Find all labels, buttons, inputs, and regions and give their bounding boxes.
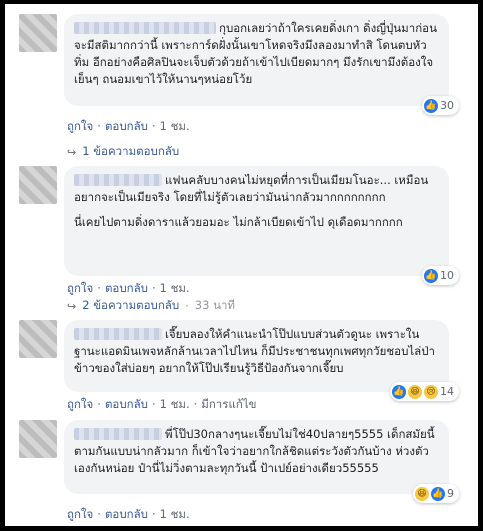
reaction-count: 14: [440, 385, 454, 398]
view-replies[interactable]: ↪ 1 ข้อความตอบกลับ: [67, 143, 179, 161]
comment-time[interactable]: 1 ชม.: [160, 397, 190, 411]
replies-time: 33 นาที: [194, 298, 235, 312]
avatar[interactable]: [19, 320, 57, 358]
reply-arrow-icon: ↪: [67, 299, 77, 313]
reaction-count: 9: [447, 487, 454, 500]
comment-time[interactable]: 1 ชม.: [160, 507, 190, 521]
comment-time[interactable]: 1 ชม.: [160, 281, 190, 295]
like-icon: 👍: [424, 268, 438, 283]
edited-label[interactable]: มีการแก้ไข: [201, 397, 256, 411]
like-icon: 👍: [431, 486, 445, 501]
reply-arrow-icon: ↪: [67, 145, 77, 159]
reaction-summary[interactable]: 👍 10: [422, 266, 459, 285]
avatar[interactable]: [19, 166, 57, 204]
reaction-count: 30: [440, 99, 454, 112]
commenter-name[interactable]: [74, 22, 216, 34]
like-icon: 👍: [424, 98, 438, 113]
comment-text-2: นี่เคยไปตามดิ่งดาราแล้วยอมอะ ไม่กล้าเบีย…: [74, 215, 403, 229]
reply-link[interactable]: ตอบกลับ: [105, 281, 148, 295]
like-link[interactable]: ถูกใจ: [67, 119, 93, 133]
comment-bubble: เจี๊ยบลองให้คำแนะนำโป๊ปแบบส่วนตัวดูนะ เพ…: [64, 320, 459, 401]
comment-actions: ถูกใจ · ตอบกลับ · 1 ชม.: [67, 281, 190, 295]
haha-icon: 😆: [415, 486, 429, 501]
like-link[interactable]: ถูกใจ: [67, 281, 93, 295]
reaction-summary[interactable]: 😆 👍 9: [413, 484, 459, 503]
commenter-name[interactable]: [74, 428, 162, 440]
sad-icon: 😢: [424, 384, 438, 399]
reply-link[interactable]: ตอบกลับ: [105, 507, 148, 521]
comment-actions: ถูกใจ · ตอบกลับ · 1 ชม. · มีการแก้ไข: [67, 397, 257, 411]
reply-link[interactable]: ตอบกลับ: [105, 119, 148, 133]
avatar[interactable]: [19, 420, 57, 458]
reaction-summary[interactable]: 👍 30: [422, 96, 459, 115]
commenter-name[interactable]: [74, 328, 162, 340]
replies-label[interactable]: 2 ข้อความตอบกลับ: [82, 297, 179, 315]
replies-label[interactable]: 1 ข้อความตอบกลับ: [82, 143, 179, 161]
like-icon: 👍: [392, 384, 406, 399]
reply-link[interactable]: ตอบกลับ: [105, 397, 148, 411]
reaction-count: 10: [440, 269, 454, 282]
comment-bubble: พี่โป๊ป30กลางๆนะเจี๊ยบไม่ใช่40ปลายๆ5555 …: [64, 420, 459, 503]
reaction-summary[interactable]: 👍 😆 😢 14: [390, 382, 459, 401]
commenter-name[interactable]: [74, 174, 162, 186]
comment-time[interactable]: 1 ชม.: [160, 119, 190, 133]
avatar[interactable]: [19, 14, 57, 52]
comment-actions: ถูกใจ · ตอบกลับ · 1 ชม.: [67, 119, 190, 133]
haha-icon: 😆: [408, 384, 422, 399]
view-replies[interactable]: ↪ 2 ข้อความตอบกลับ · 33 นาที: [67, 297, 235, 315]
comment-bubble: กุบอกเลยว่าถ้าใครเคยดิ่งเกา ดิ่งญี่ปุ่นม…: [64, 14, 459, 115]
comment-bubble: แฟนคลับบางคนไม่หยุดที่การเป็นเมียมโนอะ..…: [64, 166, 459, 285]
like-link[interactable]: ถูกใจ: [67, 397, 93, 411]
comment-actions: ถูกใจ · ตอบกลับ · 1 ชม.: [67, 507, 190, 521]
like-link[interactable]: ถูกใจ: [67, 507, 93, 521]
comments-panel: กุบอกเลยว่าถ้าใครเคยดิ่งเกา ดิ่งญี่ปุ่นม…: [5, 4, 478, 526]
